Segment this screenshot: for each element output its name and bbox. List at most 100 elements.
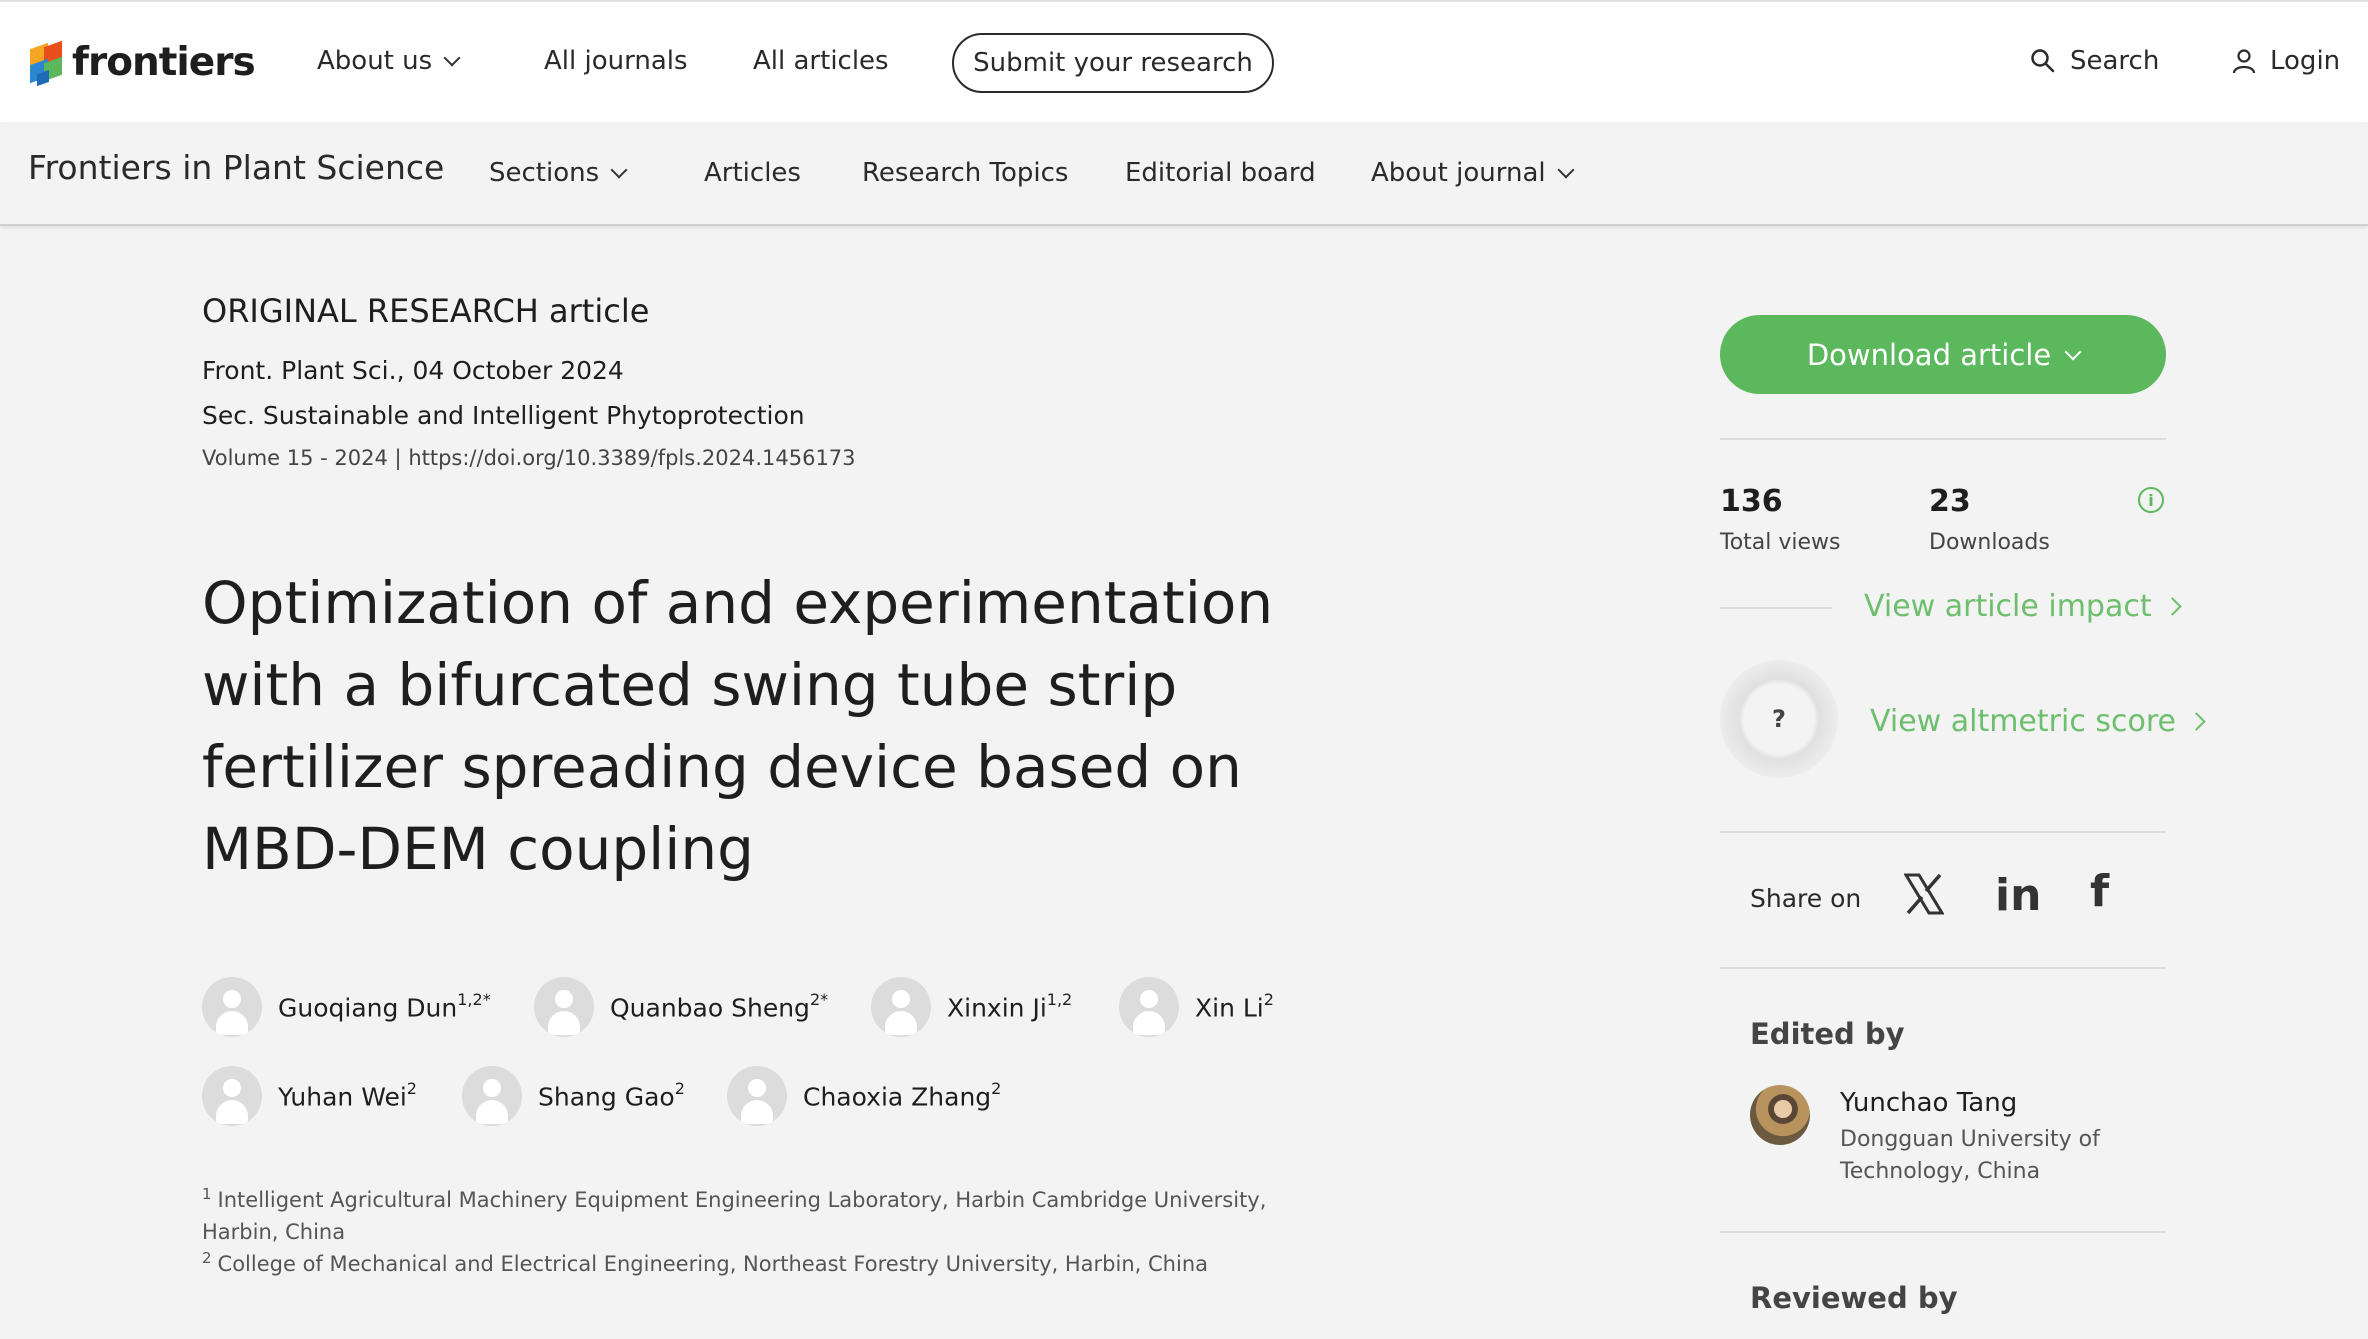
volume-doi: Volume 15 - 2024 | https://doi.org/10.33… bbox=[202, 446, 856, 470]
author-item[interactable]: Guoqiang Dun1,2* bbox=[202, 977, 491, 1037]
author-sup: 2 bbox=[991, 1078, 1002, 1098]
author-name: Quanbao Sheng bbox=[610, 993, 810, 1023]
author-item[interactable]: Xinxin Ji1,2 bbox=[871, 977, 1072, 1037]
affiliation-item: 1 Intelligent Agricultural Machinery Equi… bbox=[202, 1178, 1322, 1248]
view-article-impact-link[interactable]: View article impact bbox=[1864, 589, 2182, 624]
journal-nav-editorial-board[interactable]: Editorial board bbox=[1125, 158, 1316, 188]
affiliation-num: 2 bbox=[202, 1249, 212, 1267]
chevron-right-icon bbox=[2162, 597, 2182, 616]
top-navbar: frontiers About us All journals All arti… bbox=[0, 0, 2368, 122]
article-title: Optimization of and experimentation with… bbox=[202, 569, 1274, 883]
journal-navbar: Frontiers in Plant Science Sections Arti… bbox=[0, 122, 2368, 226]
author-item[interactable]: Xin Li2 bbox=[1119, 977, 1274, 1037]
divider bbox=[1720, 1231, 2166, 1233]
search-icon bbox=[2031, 49, 2055, 73]
affiliation-num: 1 bbox=[202, 1185, 212, 1203]
nav-all-articles[interactable]: All articles bbox=[753, 46, 889, 76]
affiliation-item: 2 College of Mechanical and Electrical En… bbox=[202, 1242, 1322, 1280]
info-icon[interactable]: i bbox=[2138, 487, 2164, 513]
author-sup: 2 bbox=[406, 1078, 417, 1098]
volume-text: Volume 15 - 2024 | bbox=[202, 446, 409, 470]
journal-nav-editorial-board-label: Editorial board bbox=[1125, 158, 1316, 188]
chevron-down-icon bbox=[1557, 161, 1575, 179]
chevron-right-icon bbox=[2187, 712, 2206, 731]
author-name: Guoqiang Dun bbox=[278, 993, 458, 1023]
author-sup: 1,2* bbox=[457, 989, 491, 1009]
nav-about-us-label: About us bbox=[317, 46, 433, 76]
author-sup: 1,2 bbox=[1046, 989, 1073, 1009]
reviewed-by-heading: Reviewed by bbox=[1750, 1281, 1958, 1315]
journal-nav-research-topics-label: Research Topics bbox=[862, 158, 1069, 188]
divider bbox=[1720, 831, 2166, 833]
login-label: Login bbox=[2270, 46, 2341, 76]
x-icon[interactable] bbox=[1903, 873, 1945, 926]
avatar bbox=[462, 1066, 522, 1126]
divider bbox=[1720, 607, 1832, 609]
downloads-count: 23 bbox=[1929, 484, 1971, 519]
chevron-down-icon bbox=[443, 49, 461, 67]
frontiers-logo[interactable]: frontiers bbox=[26, 40, 256, 86]
journal-nav-research-topics[interactable]: Research Topics bbox=[862, 158, 1068, 188]
article-type-rest: article bbox=[538, 292, 650, 330]
edited-by-heading: Edited by bbox=[1750, 1017, 1905, 1051]
author-name: Chaoxia Zhang bbox=[803, 1082, 992, 1112]
author-sup: 2 bbox=[674, 1078, 685, 1098]
journal-nav-articles[interactable]: Articles bbox=[704, 158, 801, 188]
view-altmetric-score-label: View altmetric score bbox=[1870, 704, 2176, 739]
divider bbox=[1720, 967, 2166, 969]
journal-nav-articles-label: Articles bbox=[704, 158, 801, 188]
nav-all-journals[interactable]: All journals bbox=[544, 46, 688, 76]
download-article-button[interactable]: Download article bbox=[1720, 315, 2166, 394]
journal-title[interactable]: Frontiers in Plant Science bbox=[28, 148, 444, 187]
nav-about-us[interactable]: About us bbox=[317, 46, 461, 76]
author-sup: 2 bbox=[1263, 989, 1274, 1009]
share-label: Share on bbox=[1750, 884, 1862, 913]
avatar bbox=[534, 977, 594, 1037]
author-item[interactable]: Shang Gao2 bbox=[462, 1066, 685, 1126]
author-item[interactable]: Quanbao Sheng2* bbox=[534, 977, 828, 1037]
total-views-count: 136 bbox=[1720, 484, 1783, 519]
journal-nav-about-journal-label: About journal bbox=[1371, 158, 1546, 188]
submit-research-button[interactable]: Submit your research bbox=[952, 33, 1274, 93]
author-sup: 2* bbox=[809, 989, 829, 1009]
total-views-label: Total views bbox=[1720, 530, 1841, 555]
article-type: ORIGINAL RESEARCH article bbox=[202, 292, 649, 330]
author-name: Shang Gao bbox=[538, 1082, 675, 1112]
altmetric-badge[interactable]: ? bbox=[1720, 660, 1838, 778]
author-name: Xin Li bbox=[1195, 993, 1264, 1023]
avatar bbox=[202, 1066, 262, 1126]
frontiers-logo-icon bbox=[26, 40, 64, 86]
editor-name[interactable]: Yunchao Tang bbox=[1840, 1088, 2017, 1118]
search-label: Search bbox=[2070, 46, 2160, 76]
logo-text: frontiers bbox=[72, 40, 256, 85]
avatar bbox=[871, 977, 931, 1037]
avatar bbox=[202, 977, 262, 1037]
facebook-icon[interactable]: f bbox=[2090, 866, 2109, 917]
doi-link[interactable]: https://doi.org/10.3389/fpls.2024.145617… bbox=[408, 446, 855, 470]
login-button[interactable]: Login bbox=[2232, 46, 2340, 76]
author-item[interactable]: Chaoxia Zhang2 bbox=[727, 1066, 1001, 1126]
chevron-down-icon bbox=[610, 161, 628, 179]
view-altmetric-score-link[interactable]: View altmetric score bbox=[1870, 704, 2206, 739]
affiliation-text: College of Mechanical and Electrical Eng… bbox=[217, 1252, 1208, 1276]
search-button[interactable]: Search bbox=[2030, 46, 2159, 76]
downloads-label: Downloads bbox=[1929, 530, 2050, 555]
nav-all-articles-label: All articles bbox=[753, 46, 889, 76]
linkedin-icon[interactable]: in bbox=[1995, 870, 2041, 921]
user-icon bbox=[2232, 49, 2256, 74]
journal-nav-about-journal[interactable]: About journal bbox=[1371, 158, 1575, 188]
journal-nav-sections-label: Sections bbox=[489, 158, 600, 188]
author-name: Yuhan Wei bbox=[278, 1082, 407, 1112]
download-article-label: Download article bbox=[1806, 337, 2052, 372]
author-item[interactable]: Yuhan Wei2 bbox=[202, 1066, 417, 1126]
avatar bbox=[727, 1066, 787, 1126]
affiliation-text: Intelligent Agricultural Machinery Equip… bbox=[202, 1188, 1267, 1244]
journal-nav-sections[interactable]: Sections bbox=[489, 158, 628, 188]
chevron-down-icon bbox=[2064, 343, 2082, 360]
divider bbox=[1720, 438, 2166, 440]
altmetric-badge-text: ? bbox=[1772, 705, 1786, 733]
avatar bbox=[1119, 977, 1179, 1037]
nav-all-journals-label: All journals bbox=[544, 46, 688, 76]
editor-avatar[interactable] bbox=[1750, 1085, 1810, 1145]
author-name: Xinxin Ji bbox=[947, 993, 1047, 1023]
